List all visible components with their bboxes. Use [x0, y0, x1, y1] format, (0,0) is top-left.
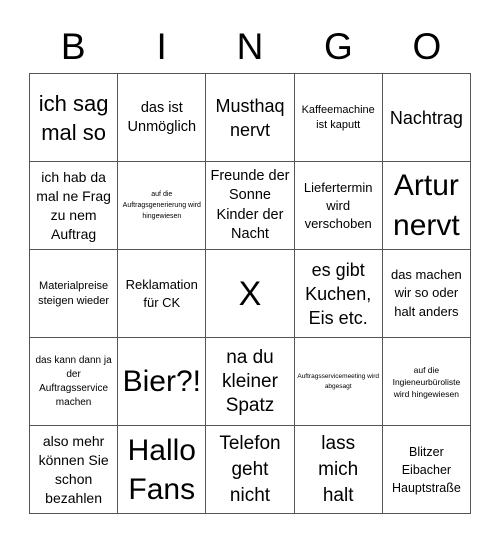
- cell-text: lass mich halt: [318, 432, 359, 506]
- cell-text: Hallo Fans: [127, 433, 196, 506]
- cell-text: Auftragsservicemeeting wird abgesagt: [297, 372, 380, 390]
- cell-text: das ist Unmöglich: [127, 99, 197, 135]
- cell-text: das kann dann ja der Auftragsservice mac…: [35, 354, 112, 408]
- bingo-cell[interactable]: Kaffeemachine ist kaputt: [294, 74, 383, 162]
- bingo-cell[interactable]: das ist Unmöglich: [118, 74, 207, 162]
- header-letter-o: O: [412, 26, 442, 67]
- bingo-cell[interactable]: X: [206, 250, 295, 338]
- cell-text: Kaffeemachine ist kaputt: [301, 104, 375, 131]
- header-letter-n: N: [236, 26, 264, 67]
- bingo-cell[interactable]: auf die Auftragsgenerierung wird hingewi…: [118, 162, 207, 250]
- bingo-cell[interactable]: Bier?!: [118, 338, 207, 426]
- cell-text: ich sag mal so: [38, 90, 109, 145]
- cell-text: Musthaq nervt: [215, 95, 285, 140]
- cell-text: Materialpreise steigen wieder: [38, 279, 110, 307]
- cell-text: Blitzer Eibacher Hauptstraße: [392, 444, 461, 495]
- cell-text: Liefertermin wird verschoben: [303, 179, 373, 231]
- bingo-cell[interactable]: Materialpreise steigen wieder: [30, 250, 119, 338]
- bingo-cell[interactable]: es gibt Kuchen, Eis etc.: [294, 250, 383, 338]
- header-letter-g: G: [324, 26, 353, 67]
- cell-text: Reklamation für CK: [125, 276, 198, 310]
- bingo-cell[interactable]: Hallo Fans: [118, 426, 207, 514]
- cell-text: Nachtrag: [389, 107, 463, 128]
- bingo-card-grid: ich sag mal so das ist Unmöglich Musthaq…: [29, 73, 471, 514]
- cell-text: auf die Auftragsgenerierung wird hingewi…: [122, 191, 201, 220]
- bingo-cell[interactable]: Artur nervt: [382, 162, 471, 250]
- bingo-cell[interactable]: also mehr können Sie schon bezahlen: [30, 426, 119, 514]
- bingo-cell[interactable]: na du kleiner Spatz: [206, 338, 295, 426]
- cell-text: also mehr können Sie schon bezahlen: [38, 432, 109, 506]
- bingo-cell[interactable]: ich sag mal so: [30, 74, 119, 162]
- bingo-cell[interactable]: Freunde der Sonne Kinder der Nacht: [206, 162, 295, 250]
- cell-text: Telefon geht nicht: [219, 432, 281, 506]
- cell-text: Artur nervt: [393, 168, 460, 242]
- bingo-cell[interactable]: Nachtrag: [382, 74, 471, 162]
- bingo-cell[interactable]: Liefertermin wird verschoben: [294, 162, 383, 250]
- cell-text: X: [238, 274, 262, 313]
- cell-text: das machen wir so oder halt anders: [390, 266, 462, 319]
- bingo-cell[interactable]: Blitzer Eibacher Hauptstraße: [382, 426, 471, 514]
- cell-text: Freunde der Sonne Kinder der Nacht: [210, 167, 290, 243]
- bingo-header: B I N G O: [29, 22, 471, 72]
- header-letter-i: I: [156, 26, 167, 67]
- bingo-cell[interactable]: Reklamation für CK: [118, 250, 207, 338]
- cell-text: na du kleiner Spatz: [221, 346, 278, 416]
- cell-text: es gibt Kuchen, Eis etc.: [305, 259, 372, 328]
- cell-text: ich hab da mal ne Frag zu nem Auftrag: [36, 168, 111, 242]
- bingo-cell[interactable]: Telefon geht nicht: [206, 426, 295, 514]
- bingo-cell[interactable]: ich hab da mal ne Frag zu nem Auftrag: [30, 162, 119, 250]
- bingo-cell[interactable]: lass mich halt: [294, 426, 383, 514]
- cell-text: auf die Ingieneurbüroliste wird hingewie…: [392, 364, 461, 399]
- bingo-cell[interactable]: Musthaq nervt: [206, 74, 295, 162]
- header-letter-b: B: [60, 26, 86, 67]
- bingo-cell[interactable]: das kann dann ja der Auftragsservice mac…: [30, 338, 119, 426]
- bingo-cell[interactable]: Auftragsservicemeeting wird abgesagt: [294, 338, 383, 426]
- cell-text: Bier?!: [122, 364, 201, 398]
- bingo-cell[interactable]: auf die Ingieneurbüroliste wird hingewie…: [382, 338, 471, 426]
- bingo-cell[interactable]: das machen wir so oder halt anders: [382, 250, 471, 338]
